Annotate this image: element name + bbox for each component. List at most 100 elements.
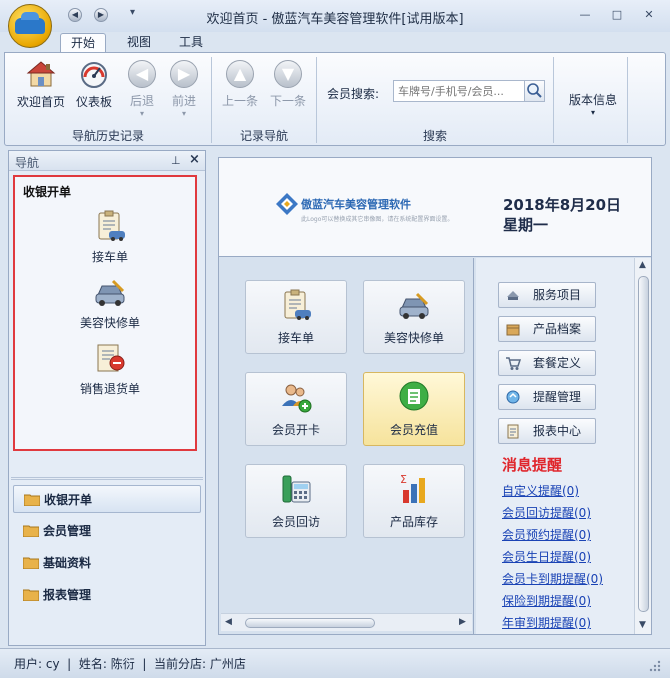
search-button[interactable]	[524, 80, 545, 102]
nav-category-reports[interactable]: 报表管理	[13, 581, 201, 609]
previous-record-button[interactable]: ▲ 上一条	[217, 57, 263, 123]
product-archive-button[interactable]: 产品档案	[498, 316, 596, 342]
next-record-button[interactable]: ▼ 下一条	[265, 57, 311, 123]
reminder-link-custom[interactable]: 自定义提醒(0)	[502, 482, 579, 499]
side-panel: 服务项目 产品档案 套餐定义 提醒管理 报表中心 消息提醒 自定义提醒(0) 会…	[476, 258, 651, 634]
member-search-input[interactable]	[393, 80, 527, 102]
nav-category-cashier[interactable]: 收银开单	[13, 485, 201, 513]
package-definition-button[interactable]: 套餐定义	[498, 350, 596, 376]
tile-label: 会员开卡	[271, 423, 320, 437]
close-icon[interactable]: ×	[189, 152, 200, 167]
pin-icon[interactable]: ⊥	[171, 154, 181, 167]
vertical-scroll-thumb[interactable]	[638, 276, 649, 612]
maximize-button[interactable]: □	[606, 6, 628, 24]
status-text: 用户: cy | 姓名: 陈衍 | 当前分店: 广州店	[14, 657, 246, 671]
current-weekday: 星期一	[503, 216, 549, 234]
reminder-link-insurance-expiry[interactable]: 保险到期提醒(0)	[502, 592, 591, 609]
tile-member-card[interactable]: 会员开卡	[245, 372, 347, 446]
home-button-label: 欢迎首页	[16, 95, 65, 109]
app-logo-icon[interactable]	[8, 4, 52, 48]
nav-item-quick-repair[interactable]: 美容快修单	[55, 275, 165, 331]
nav-item-sales-return[interactable]: 销售退货单	[55, 341, 165, 397]
package-cart-icon	[506, 357, 521, 370]
report-center-button[interactable]: 报表中心	[498, 418, 596, 444]
nav-category-label: 报表管理	[43, 588, 92, 602]
horizontal-scroll-thumb[interactable]	[245, 618, 375, 628]
service-icon	[507, 291, 519, 300]
next-record-label: 下一条	[269, 94, 306, 108]
horizontal-scrollbar[interactable]: ◀ ▶	[221, 613, 472, 631]
car-repair-icon	[399, 292, 429, 319]
welcome-banner: 傲蓝汽车美容管理软件 此Logo可以替换成其它串像图，请在系统配置界面设置。 2…	[219, 158, 651, 257]
phone-icon	[282, 475, 311, 503]
back-button[interactable]: ◀ 后退 ▾	[119, 57, 165, 123]
side-button-label: 套餐定义	[533, 356, 582, 370]
reminder-link-birthday[interactable]: 会员生日提醒(0)	[502, 548, 591, 565]
splitter[interactable]	[11, 477, 203, 480]
close-button[interactable]: ✕	[638, 6, 660, 24]
brand-logo: 傲蓝汽车美容管理软件 此Logo可以替换成其它串像图，请在系统配置界面设置。	[275, 190, 453, 230]
back-arrow-icon: ◀	[128, 60, 156, 88]
reminder-link-card-expiry[interactable]: 会员卡到期提醒(0)	[502, 570, 603, 587]
reminder-link-followup[interactable]: 会员回访提醒(0)	[502, 504, 591, 521]
nav-category-label: 会员管理	[43, 524, 92, 538]
home-icon	[26, 61, 56, 87]
nav-item-label: 接车单	[91, 250, 128, 264]
tile-member-followup[interactable]: 会员回访	[245, 464, 347, 538]
folder-icon	[23, 557, 39, 569]
search-group-label: 搜索	[422, 129, 447, 143]
current-date: 2018年8月20日	[503, 196, 622, 214]
quick-access-menu-icon[interactable]: ▾	[130, 7, 135, 18]
side-button-label: 报表中心	[533, 424, 582, 438]
reminder-link-appointment[interactable]: 会员预约提醒(0)	[502, 526, 591, 543]
home-button[interactable]: 欢迎首页	[13, 57, 69, 123]
version-info-button[interactable]: 版本信息 ▾	[561, 91, 625, 117]
group-divider	[553, 57, 554, 143]
ribbon-tabs: 开始 视图 工具	[0, 32, 670, 53]
dashboard-button[interactable]: 仪表板	[71, 57, 117, 123]
nav-item-vehicle-receipt[interactable]: 接车单	[55, 209, 165, 265]
status-bar: 用户: cy | 姓名: 陈衍 | 当前分店: 广州店	[0, 648, 670, 678]
folder-icon	[23, 525, 39, 537]
tile-product-inventory[interactable]: Σ 产品库存	[363, 464, 465, 538]
tile-label: 接车单	[277, 331, 314, 345]
dashboard-button-label: 仪表板	[75, 95, 112, 109]
tile-member-recharge[interactable]: 会员充值	[363, 372, 465, 446]
reminder-management-button[interactable]: 提醒管理	[498, 384, 596, 410]
scroll-up-icon[interactable]: ▲	[639, 260, 646, 270]
tab-tools[interactable]: 工具	[168, 33, 214, 53]
brand-name: 傲蓝汽车美容管理软件	[301, 198, 411, 211]
nav-category-members[interactable]: 会员管理	[13, 517, 201, 545]
nav-item-label: 美容快修单	[79, 316, 140, 330]
ribbon: 欢迎首页 仪表板 ◀ 后退 ▾ ▶ 前进 ▾ 导航历史记录 ▲ 上一条 ▼ 下一…	[4, 52, 666, 146]
side-button-label: 服务项目	[533, 288, 582, 302]
tab-view[interactable]: 视图	[116, 33, 162, 53]
nav-pane-title: 导航	[15, 156, 40, 170]
scroll-down-icon[interactable]: ▼	[639, 620, 646, 630]
scroll-right-icon[interactable]: ▶	[459, 617, 466, 627]
product-box-icon	[506, 324, 520, 336]
minimize-button[interactable]: —	[574, 6, 596, 24]
previous-record-label: 上一条	[221, 94, 258, 108]
car-repair-icon	[95, 279, 125, 306]
clipboard-car-icon	[98, 210, 125, 241]
brand-logo-icon	[276, 193, 298, 215]
quick-access-forward-icon[interactable]: ▶	[94, 8, 108, 22]
resize-grip-icon[interactable]	[648, 659, 662, 673]
vertical-scrollbar[interactable]: ▲ ▼	[634, 258, 651, 634]
folder-icon	[23, 589, 39, 601]
side-button-label: 提醒管理	[533, 390, 582, 404]
scroll-left-icon[interactable]: ◀	[225, 617, 232, 627]
service-items-button[interactable]: 服务项目	[498, 282, 596, 308]
nav-category-basic-data[interactable]: 基础资料	[13, 549, 201, 577]
tile-label: 会员回访	[271, 515, 320, 529]
down-arrow-icon: ▼	[274, 60, 302, 88]
tile-quick-repair[interactable]: 美容快修单	[363, 280, 465, 354]
tile-vehicle-receipt[interactable]: 接车单	[245, 280, 347, 354]
side-button-label: 产品档案	[533, 322, 582, 336]
reminder-link-inspection-expiry[interactable]: 年审到期提醒(0)	[502, 614, 591, 631]
forward-button[interactable]: ▶ 前进 ▾	[161, 57, 207, 123]
return-order-icon	[97, 344, 125, 372]
tab-start[interactable]: 开始	[60, 33, 106, 53]
quick-access-back-icon[interactable]: ◀	[68, 8, 82, 22]
